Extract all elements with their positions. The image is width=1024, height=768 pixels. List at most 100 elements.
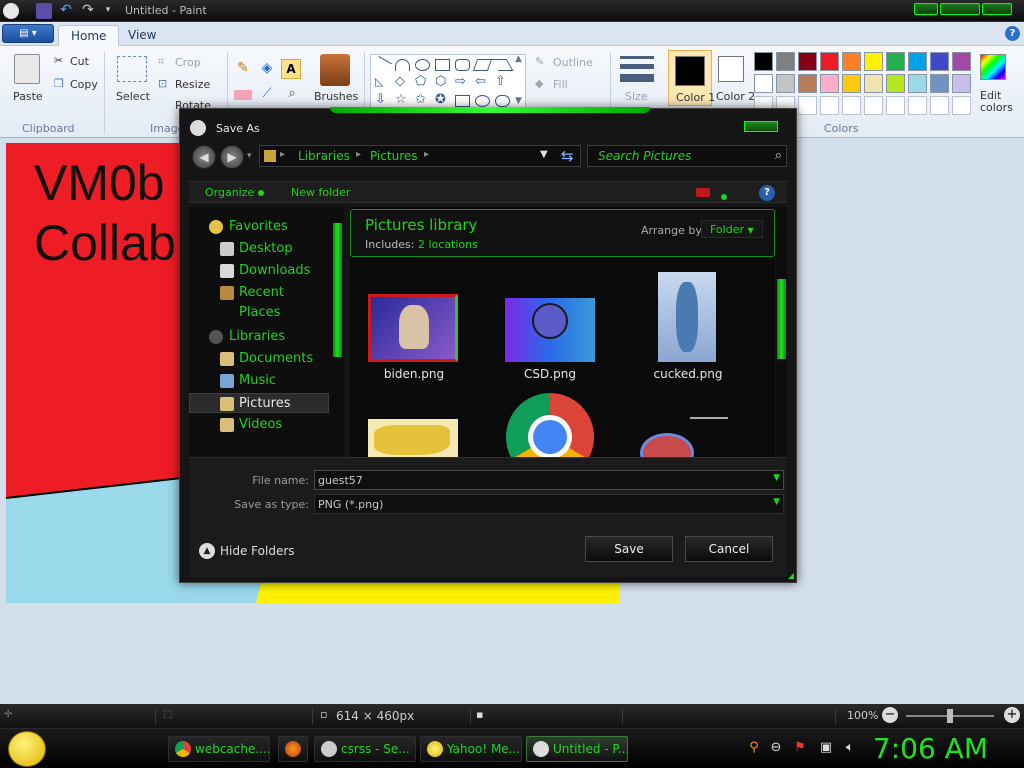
callout-shape-icon[interactable]	[455, 95, 470, 107]
paint-app-icon[interactable]	[3, 3, 19, 19]
back-icon[interactable]: ◀	[192, 145, 216, 169]
star-shape-icon[interactable]: ✩	[415, 93, 430, 107]
robot-thumbnail[interactable]	[640, 415, 732, 457]
resize-grip-icon[interactable]: ◢	[788, 571, 794, 580]
hexagon-shape-icon[interactable]: ⬡	[435, 75, 450, 89]
shapes-gallery[interactable]: ◺ ◇ ⬠ ⬡ ⇨ ⇦ ⇧ ⇩ ☆ ✩ ✪	[370, 54, 526, 110]
content-scroll-thumb[interactable]	[777, 279, 786, 359]
palette-swatch[interactable]	[842, 52, 861, 71]
brushes-icon[interactable]	[320, 54, 350, 86]
cut-icon[interactable]: ✂	[54, 54, 63, 67]
nav-videos[interactable]: Videos	[189, 415, 329, 435]
size-icon[interactable]	[620, 56, 654, 59]
palette-swatch[interactable]	[798, 52, 817, 71]
color2-label[interactable]: Color 2	[716, 90, 755, 103]
palette-custom-swatch[interactable]	[820, 96, 839, 115]
resize-icon[interactable]: ⊡	[158, 77, 167, 90]
select-button[interactable]: Select	[116, 90, 150, 103]
biden-thumbnail[interactable]	[368, 294, 458, 362]
file-name-csd[interactable]: CSD.png	[490, 367, 610, 381]
action-center-icon[interactable]: ⚑	[792, 740, 808, 756]
shapes-more-icon[interactable]: ▼	[515, 96, 522, 106]
palette-swatch[interactable]	[952, 74, 971, 93]
zoom-out-icon[interactable]: −	[882, 707, 898, 723]
magnifier-icon[interactable]: ⌕	[283, 86, 301, 104]
rectangle-shape-icon[interactable]	[435, 59, 450, 71]
arrange-by-dropdown[interactable]: Folder ▼	[701, 220, 763, 238]
right-arrow-shape-icon[interactable]: ⇨	[455, 75, 470, 89]
palette-swatch[interactable]	[930, 74, 949, 93]
copy-button[interactable]: Copy	[70, 78, 98, 91]
left-arrow-shape-icon[interactable]: ⇦	[475, 75, 490, 89]
paste-icon[interactable]	[14, 54, 40, 84]
color1-selector[interactable]: Color 1	[668, 50, 715, 106]
palette-swatch[interactable]	[820, 74, 839, 93]
palette-swatch[interactable]	[908, 74, 927, 93]
tray-minus-icon[interactable]: ⊖	[768, 740, 784, 756]
palette-swatch[interactable]	[930, 52, 949, 71]
task-paint[interactable]: Untitled - P...	[526, 736, 628, 762]
eraser-icon[interactable]	[234, 90, 252, 100]
edit-colors-button[interactable]: Edit colors	[980, 90, 1013, 114]
file-name-dropdown-icon[interactable]: ▼	[773, 473, 780, 483]
cucked-thumbnail[interactable]	[658, 272, 716, 362]
forward-icon[interactable]: ▶	[220, 145, 244, 169]
nav-favorites[interactable]: Favorites	[189, 217, 329, 237]
save-quick-icon[interactable]	[36, 3, 52, 19]
palette-swatch[interactable]	[864, 52, 883, 71]
tab-home[interactable]: Home	[58, 25, 120, 46]
task-firefox[interactable]	[278, 736, 308, 762]
nav-pictures[interactable]: Pictures	[189, 393, 329, 413]
palette-swatch[interactable]	[864, 74, 883, 93]
task-csrss[interactable]: csrss - Se...	[314, 736, 416, 762]
paint-menu-button[interactable]: ▤ ▾	[2, 24, 54, 43]
save-as-type-dropdown-icon[interactable]: ▼	[773, 497, 780, 507]
fill-bucket-icon[interactable]: ◈	[258, 60, 276, 78]
rounded-rectangle-shape-icon[interactable]	[455, 59, 470, 71]
view-dropdown-icon[interactable]	[721, 189, 727, 203]
right-triangle-shape-icon[interactable]: ◺	[375, 76, 390, 89]
help-icon[interactable]: ?	[1005, 26, 1020, 41]
nav-scroll-thumb[interactable]	[333, 223, 342, 357]
cancel-button[interactable]: Cancel	[685, 536, 773, 562]
dialog-close-button[interactable]	[744, 121, 778, 132]
palette-swatch[interactable]	[886, 52, 905, 71]
palette-custom-swatch[interactable]	[798, 96, 817, 115]
pencil-icon[interactable]: ✎	[234, 60, 252, 78]
save-as-type-select[interactable]: PNG (*.png) ▼	[314, 494, 784, 514]
palette-custom-swatch[interactable]	[908, 96, 927, 115]
search-tray-icon[interactable]: ⚲	[746, 740, 762, 756]
taskbar-clock[interactable]: 7:06 AM	[873, 732, 988, 765]
network-icon[interactable]: ▣	[818, 740, 834, 756]
history-dropdown-icon[interactable]: ▾	[247, 151, 252, 161]
chrome-thumbnail[interactable]	[506, 393, 594, 457]
line-shape-icon[interactable]	[373, 56, 392, 74]
callout-shape-icon[interactable]	[475, 95, 490, 107]
search-icon[interactable]: ⌕	[775, 148, 782, 163]
file-name-cucked[interactable]: cucked.png	[628, 367, 748, 381]
curve-shape-icon[interactable]	[395, 59, 410, 71]
palette-custom-swatch[interactable]	[864, 96, 883, 115]
nav-music[interactable]: Music	[189, 371, 329, 391]
star-shape-icon[interactable]: ☆	[395, 93, 410, 107]
nav-documents[interactable]: Documents	[189, 349, 329, 369]
color2-swatch[interactable]	[718, 56, 744, 82]
up-arrow-shape-icon[interactable]: ⇧	[495, 75, 510, 89]
organize-button[interactable]: Organize	[205, 186, 265, 199]
maximize-button[interactable]	[940, 3, 980, 15]
quick-access-dropdown-icon[interactable]: ▾	[100, 3, 116, 19]
map-thumbnail[interactable]	[368, 419, 458, 457]
select-icon[interactable]	[117, 56, 147, 82]
palette-swatch[interactable]	[776, 74, 795, 93]
volume-icon[interactable]: 🔈︎	[842, 740, 858, 756]
palette-swatch[interactable]	[886, 74, 905, 93]
palette-swatch[interactable]	[820, 52, 839, 71]
paste-button[interactable]: Paste	[13, 90, 43, 103]
palette-swatch[interactable]	[798, 74, 817, 93]
color-picker-icon[interactable]: ⟋	[258, 86, 276, 104]
redo-icon[interactable]: ↷	[80, 3, 96, 19]
minimize-button[interactable]	[914, 3, 938, 15]
nav-libraries[interactable]: Libraries	[189, 327, 329, 347]
close-button[interactable]	[982, 3, 1012, 15]
palette-custom-swatch[interactable]	[886, 96, 905, 115]
